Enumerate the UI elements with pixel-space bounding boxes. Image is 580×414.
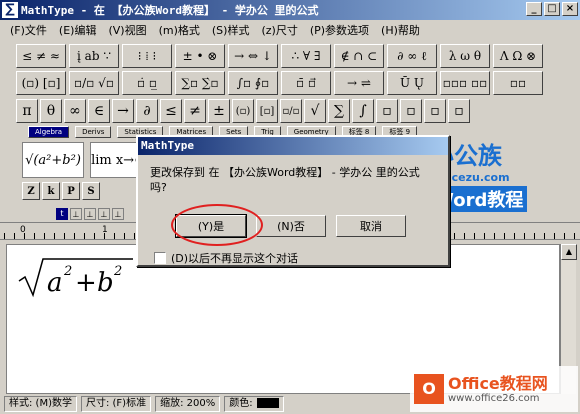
- watermark-office26: O Office教程网 www.office26.com: [410, 366, 578, 412]
- no-button[interactable]: (N)否: [256, 215, 326, 237]
- embellishments-palette[interactable]: ⁝ ⁞ ⁝: [122, 44, 172, 68]
- brackets-button[interactable]: [▫]: [256, 99, 278, 123]
- infinity-button[interactable]: ∞: [64, 99, 86, 123]
- template-button-2[interactable]: ▫: [400, 99, 422, 123]
- scroll-up-icon[interactable]: ▲: [561, 244, 577, 260]
- summation-palette[interactable]: ∑▫ ∑̇▫: [175, 71, 225, 95]
- status-style: 样式: (M)数学: [4, 396, 77, 412]
- less-equal-button[interactable]: ≤: [160, 99, 182, 123]
- status-zoom: 缩放: 200%: [155, 396, 221, 412]
- color-swatch: [256, 398, 279, 408]
- mathtype-app-icon[interactable]: ∑: [2, 2, 18, 18]
- menu-edit[interactable]: (E)编辑: [53, 22, 103, 38]
- formula-display: a 2 + b 2: [17, 255, 135, 307]
- tab-stop-buttons: t ⊥ ⊥ ⊥ ⊥: [56, 208, 124, 220]
- save-changes-dialog: MathType 更改保存到 在 【办公族Word教程】 - 学办公 里的公式 …: [136, 135, 450, 267]
- minimize-button[interactable]: _: [526, 2, 542, 16]
- svg-text:a: a: [47, 268, 63, 298]
- partial-button[interactable]: ∂: [136, 99, 158, 123]
- dont-show-again-checkbox[interactable]: [154, 252, 166, 264]
- menu-view[interactable]: (V)视图: [102, 22, 152, 38]
- menu-bar: (F)文件 (E)编辑 (V)视图 (m)格式 (S)样式 (z)尺寸 (P)参…: [0, 20, 580, 40]
- subscript-superscript-palette[interactable]: ▫̇ ▫̲: [122, 71, 172, 95]
- not-equal-button[interactable]: ≠: [184, 99, 206, 123]
- watermark-url-bottom: www.office26.com: [448, 392, 540, 404]
- arrow-symbols-palette[interactable]: → ⇔ ↓: [228, 44, 278, 68]
- dialog-message: 更改保存到 在 【办公族Word教程】 - 学办公 里的公式 吗?: [150, 166, 420, 194]
- watermark-brand-bottom: Office教程网: [448, 373, 548, 393]
- relational-tab-icon[interactable]: ⊥: [112, 208, 124, 220]
- spaces-ellipses-palette[interactable]: į ab ∵: [69, 44, 119, 68]
- left-tab-icon[interactable]: t: [56, 208, 68, 220]
- menu-style[interactable]: (S)样式: [206, 22, 256, 38]
- integral-button[interactable]: ∫: [352, 99, 374, 123]
- dialog-title: MathType: [138, 137, 448, 155]
- set-theory-palette[interactable]: ∉ ∩ ⊂: [334, 44, 384, 68]
- template-palette-row: (▫) [▫] ▫/▫ √▫ ▫̇ ▫̲ ∑▫ ∑̇▫ ∫▫ ∮▫ ▫̄ ▫⃗ …: [16, 71, 543, 95]
- quick-symbols-row: π θ ∞ ∈ → ∂ ≤ ≠ ± (▫) [▫] ▫/▫ √ ∑ ∫ ▫ ▫ …: [16, 99, 470, 123]
- menu-help[interactable]: (H)帮助: [375, 22, 426, 38]
- small-template-s[interactable]: S: [82, 182, 100, 200]
- sqrt-formula-svg: a 2 + b 2: [18, 258, 133, 298]
- labeled-arrow-palette[interactable]: → ⇌: [334, 71, 384, 95]
- svg-text:+: +: [75, 268, 97, 298]
- svg-text:b: b: [97, 268, 114, 298]
- dialog-buttons: (Y)是 (N)否 取消: [175, 214, 406, 238]
- menu-format[interactable]: (m)格式: [153, 22, 206, 38]
- fence-templates-palette[interactable]: (▫) [▫]: [16, 71, 66, 95]
- dont-show-again-option[interactable]: (D)以后不再显示这个对话: [154, 250, 298, 266]
- extra-palette[interactable]: ▫▫: [493, 71, 543, 95]
- window-title: MathType - 在 【办公族Word教程】 - 学办公 里的公式: [21, 4, 319, 17]
- misc-symbols-palette[interactable]: ∂ ∞ ℓ: [387, 44, 437, 68]
- element-of-button[interactable]: ∈: [88, 99, 110, 123]
- pi-button[interactable]: π: [16, 99, 38, 123]
- fraction-button[interactable]: ▫/▫: [280, 99, 302, 123]
- theta-button[interactable]: θ: [40, 99, 62, 123]
- logical-symbols-palette[interactable]: ∴ ∀ ∃: [281, 44, 331, 68]
- close-button[interactable]: ×: [562, 2, 578, 16]
- arrow-button[interactable]: →: [112, 99, 134, 123]
- maximize-button[interactable]: □: [544, 2, 560, 16]
- sum-button[interactable]: ∑: [328, 99, 350, 123]
- products-set-palette[interactable]: Ū Ų: [387, 71, 437, 95]
- status-color: 颜色:: [224, 396, 284, 412]
- operator-symbols-palette[interactable]: ± • ⊗: [175, 44, 225, 68]
- svg-text:2: 2: [63, 264, 72, 279]
- small-template-k[interactable]: k: [42, 182, 60, 200]
- relational-symbols-palette[interactable]: ≤ ≠ ≈: [16, 44, 66, 68]
- template-button-4[interactable]: ▫: [448, 99, 470, 123]
- office-logo-icon: O: [414, 374, 444, 404]
- status-color-label: 颜色:: [229, 398, 253, 409]
- center-tab-icon[interactable]: ⊥: [70, 208, 82, 220]
- matrix-palette[interactable]: ▫▫▫ ▫▫: [440, 71, 490, 95]
- sqrt-template[interactable]: √(a²+b²): [22, 142, 84, 178]
- greek-lowercase-palette[interactable]: λ ω θ: [440, 44, 490, 68]
- plus-minus-button[interactable]: ±: [208, 99, 230, 123]
- tab-derivs[interactable]: Derivs: [75, 126, 112, 138]
- radical-button[interactable]: √: [304, 99, 326, 123]
- template-button-3[interactable]: ▫: [424, 99, 446, 123]
- underbar-overbar-palette[interactable]: ▫̄ ▫⃗: [281, 71, 331, 95]
- decimal-tab-icon[interactable]: ⊥: [98, 208, 110, 220]
- small-template-z[interactable]: Z: [22, 182, 40, 200]
- parentheses-button[interactable]: (▫): [232, 99, 254, 123]
- integral-palette[interactable]: ∫▫ ∮▫: [228, 71, 278, 95]
- menu-file[interactable]: (F)文件: [4, 22, 53, 38]
- cancel-button[interactable]: 取消: [336, 215, 406, 237]
- symbol-palette-row: ≤ ≠ ≈ į ab ∵ ⁝ ⁞ ⁝ ± • ⊗ → ⇔ ↓ ∴ ∀ ∃ ∉ ∩…: [16, 44, 543, 68]
- right-tab-icon[interactable]: ⊥: [84, 208, 96, 220]
- small-template-p[interactable]: P: [62, 182, 80, 200]
- menu-preferences[interactable]: (P)参数选项: [304, 22, 375, 38]
- svg-text:2: 2: [113, 264, 122, 279]
- greek-uppercase-palette[interactable]: Λ Ω ⊗: [493, 44, 543, 68]
- status-size: 尺寸: (F)标准: [80, 396, 152, 412]
- menu-size[interactable]: (z)尺寸: [255, 22, 303, 38]
- yes-button[interactable]: (Y)是: [175, 214, 247, 238]
- template-button-1[interactable]: ▫: [376, 99, 398, 123]
- fraction-radical-palette[interactable]: ▫/▫ √▫: [69, 71, 119, 95]
- tab-algebra[interactable]: Algebra: [28, 126, 70, 138]
- window-controls: _ □ ×: [526, 2, 578, 16]
- title-bar: ∑ MathType - 在 【办公族Word教程】 - 学办公 里的公式 _ …: [0, 0, 580, 20]
- dont-show-again-label: (D)以后不再显示这个对话: [171, 252, 299, 265]
